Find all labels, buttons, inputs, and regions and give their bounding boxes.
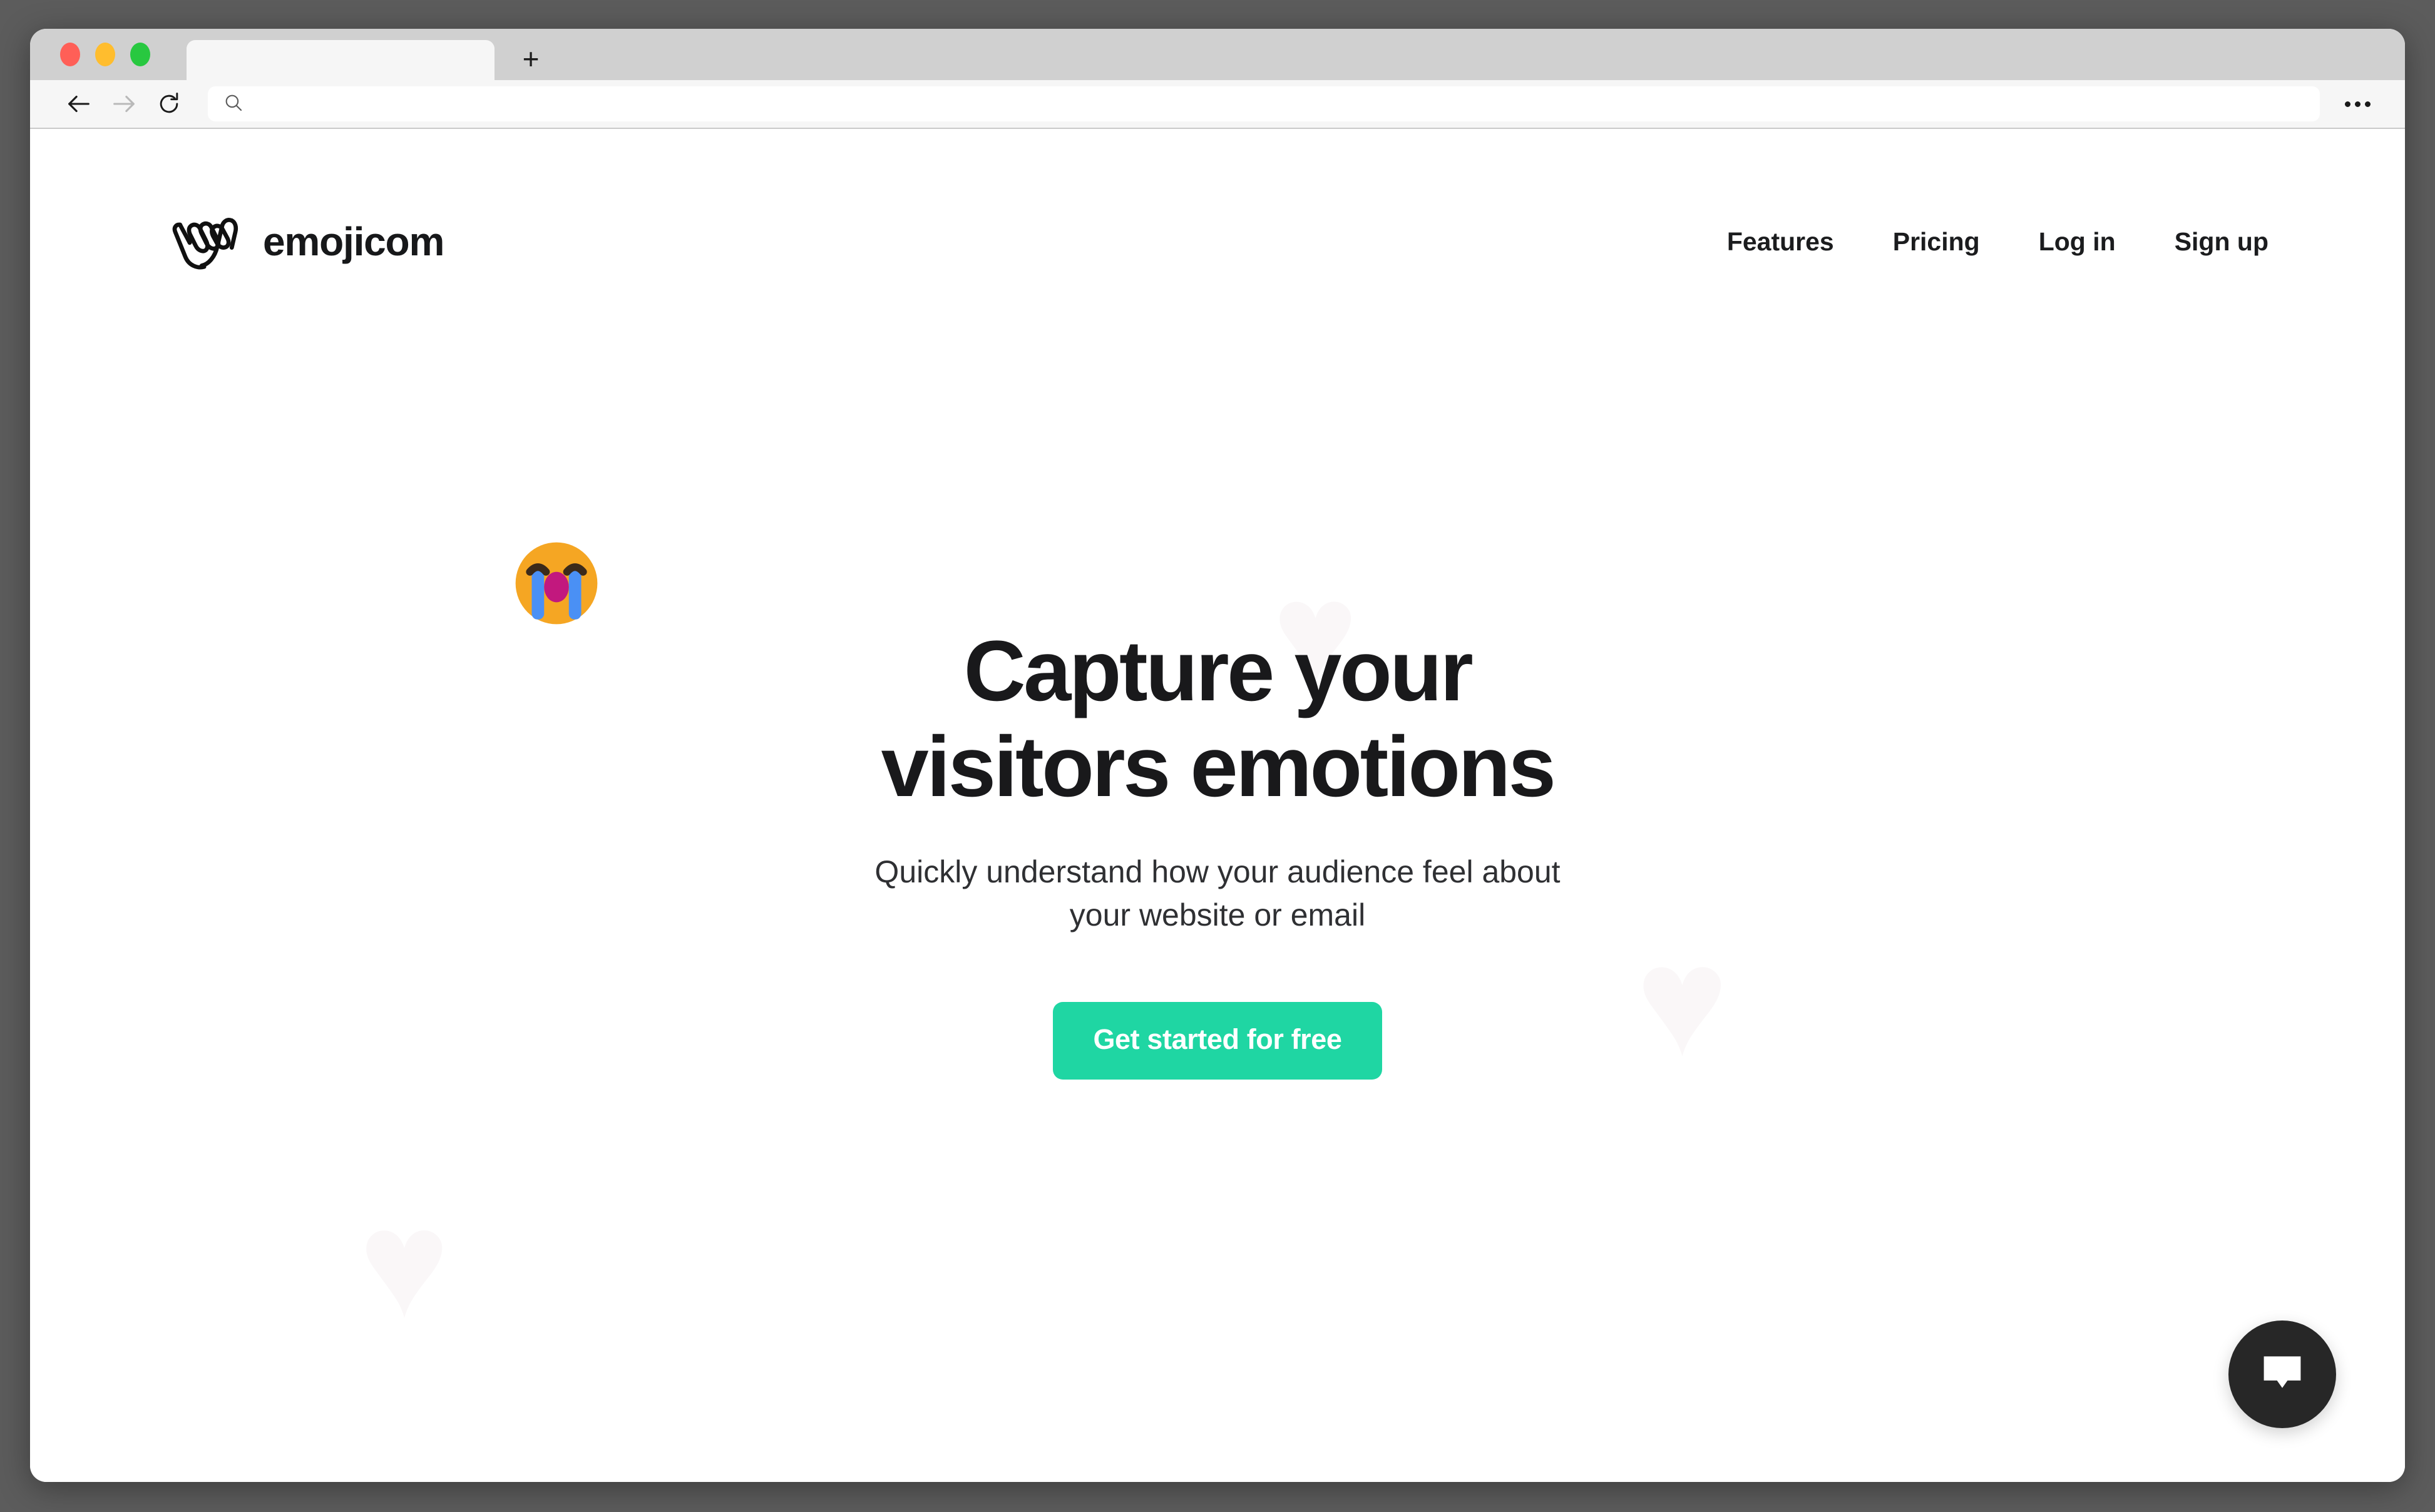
hero-subtitle-line1: Quickly understand how your audience fee…	[874, 854, 1561, 889]
new-tab-label: +	[522, 43, 540, 75]
reload-icon	[155, 90, 183, 118]
browser-toolbar	[30, 80, 2405, 129]
hero-title-line2: visitors emotions	[881, 719, 1556, 815]
chat-bubble-icon	[2256, 1347, 2309, 1402]
page-viewport: ♥ ♥ ♥ emojicom Features Pricing Log in S…	[30, 129, 2405, 1482]
address-bar[interactable]	[208, 86, 2320, 121]
forward-button[interactable]	[101, 86, 146, 121]
window-controls	[60, 29, 150, 80]
back-arrow-icon	[64, 89, 93, 118]
get-started-button[interactable]: Get started for free	[1053, 1001, 1382, 1080]
reload-button[interactable]	[146, 86, 192, 121]
minimize-window-button[interactable]	[95, 43, 115, 66]
browser-window: + ♥ ♥ ♥ emojicom Features Pricing Log in…	[30, 29, 2405, 1482]
new-tab-button[interactable]: +	[516, 44, 546, 74]
hero-subtitle-line2: your website or email	[1069, 897, 1366, 932]
desktop-backdrop: + ♥ ♥ ♥ emojicom Features Pricing Log in…	[0, 0, 2435, 1512]
maximize-window-button[interactable]	[130, 43, 150, 66]
hero-subtitle: Quickly understand how your audience fee…	[874, 850, 1560, 937]
hero-section: Capture your visitors emotions Quickly u…	[30, 129, 2405, 1482]
forward-arrow-icon	[110, 89, 138, 118]
more-options-icon[interactable]	[2335, 86, 2380, 121]
browser-tab[interactable]	[187, 40, 495, 80]
more-dot	[2344, 101, 2350, 107]
browser-tab-strip: +	[30, 29, 2405, 80]
close-window-button[interactable]	[60, 43, 80, 66]
search-icon	[223, 92, 244, 116]
chat-widget-button[interactable]	[2228, 1320, 2336, 1428]
hero-title-line1: Capture your	[963, 623, 1474, 719]
more-dot	[2364, 101, 2371, 107]
more-dot	[2354, 101, 2361, 107]
page-title: Capture your visitors emotions	[881, 623, 1556, 815]
back-button[interactable]	[56, 86, 101, 121]
